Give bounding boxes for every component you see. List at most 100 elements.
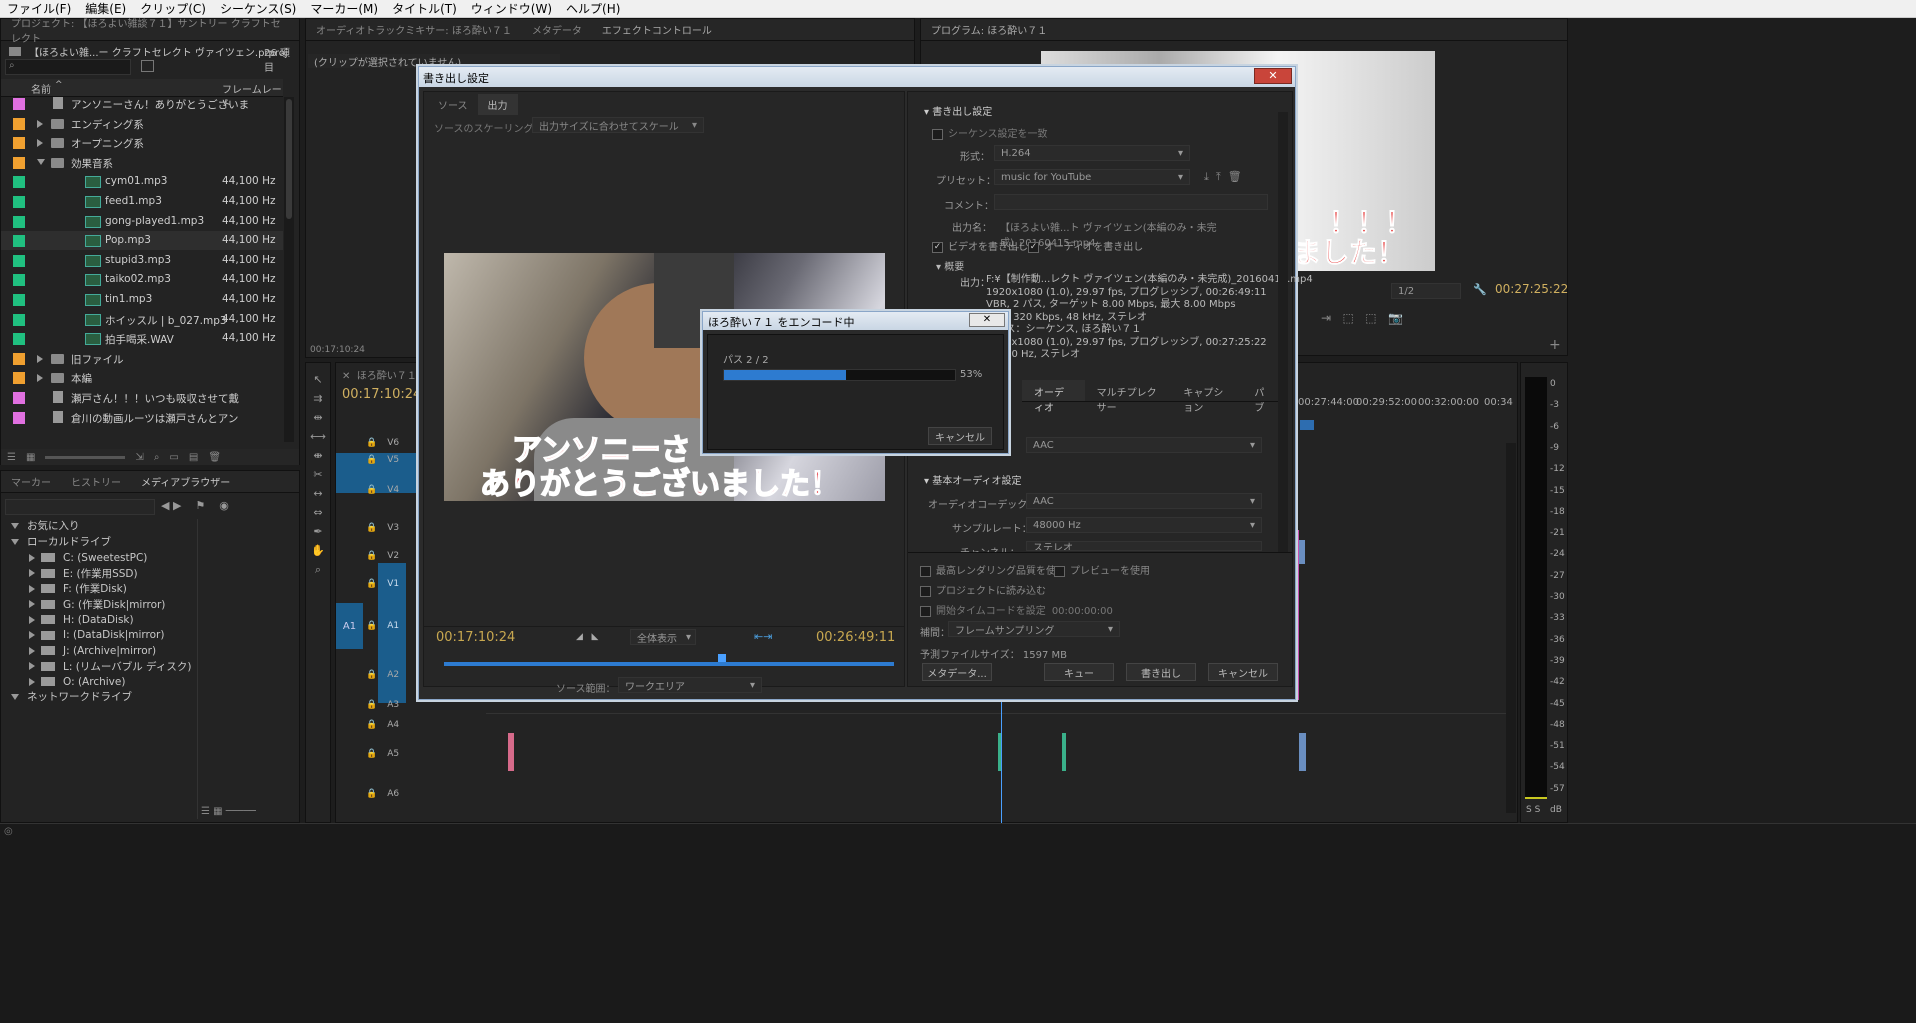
fit-icon[interactable]: ⇤⇥ (754, 630, 772, 643)
preset-select[interactable]: music for YouTube ▾ (994, 169, 1190, 185)
track-name[interactable]: A2 (387, 670, 399, 680)
project-item[interactable]: taiko02.mp3 44,100 Hz (1, 270, 283, 289)
project-item[interactable]: オープニング系 (1, 133, 283, 152)
project-item[interactable]: 瀬戸さん！！！いつも吸収させて戴 (1, 388, 283, 407)
start-timecode-checkbox[interactable]: 開始タイムコードを設定 00:00:00:00 (920, 602, 1113, 617)
new-bin-footer-icon[interactable]: ▭ (169, 452, 178, 463)
project-item[interactable]: Pop.mp3 44,100 Hz (1, 231, 283, 251)
zoom-select[interactable]: 全体表示 ▾ (630, 629, 696, 645)
menu-item-7[interactable]: ヘルプ(H) (559, 0, 627, 17)
lock-icon[interactable]: 🔒 (366, 523, 377, 533)
track-name[interactable]: V3 (387, 523, 399, 533)
project-search-input[interactable]: ⌕ (5, 59, 131, 75)
ripple-edit-icon[interactable]: ⇹ (313, 411, 322, 424)
lock-icon[interactable]: 🔒 (366, 670, 377, 680)
expand-icon[interactable] (29, 553, 35, 562)
automate-icon[interactable]: ⇲ (135, 452, 143, 463)
hand-icon[interactable]: ✋ (311, 544, 325, 557)
expand-icon[interactable] (29, 600, 35, 608)
basic-audio-section[interactable]: ▾ 基本オーディオ設定 (924, 472, 1022, 487)
use-preview-checkbox[interactable]: プレビューを使用 (1054, 562, 1150, 577)
audio-clip-a5-1[interactable] (508, 733, 514, 771)
lock-icon[interactable]: 🔒 (366, 551, 377, 561)
browser-nav-arrows[interactable]: ◀ ▶ ⚑ ◉ (161, 499, 229, 512)
scaling-select[interactable]: 出力サイズに合わせてスケール ▾ (532, 117, 704, 133)
source-tab-1[interactable]: メタデータ (522, 22, 592, 37)
source-tab-0[interactable]: オーディオトラックミキサー: ほろ酔い７１ (306, 22, 522, 37)
audio-clip-a5-3[interactable] (1062, 733, 1066, 771)
project-item[interactable]: gong-played1.mp3 44,100 Hz (1, 212, 283, 231)
icon-view-icon[interactable]: ▦ (26, 452, 35, 463)
format-select[interactable]: H.264 ▾ (994, 145, 1190, 161)
expand-icon[interactable] (29, 569, 35, 577)
track-name[interactable]: V4 (387, 485, 399, 495)
export-close-button[interactable]: ✕ (1254, 68, 1292, 84)
list-view-icon[interactable]: ☰ (7, 452, 16, 463)
menu-item-5[interactable]: タイトル(T) (385, 0, 464, 17)
zoom-slider[interactable] (45, 455, 126, 459)
timeline-tab[interactable]: ✕ ほろ酔い７１ (342, 367, 417, 382)
encoding-close-button[interactable]: ✕ (969, 313, 1005, 327)
browser-tab-1[interactable]: ヒストリー (61, 474, 131, 489)
project-item[interactable]: アンソニーさん！ありがとうございま (1, 94, 283, 113)
channel-select[interactable]: ステレオ (1026, 541, 1262, 551)
metadata-button[interactable]: メタデータ... (922, 663, 992, 681)
playhead-line[interactable] (1001, 693, 1002, 823)
expand-icon[interactable] (37, 354, 43, 363)
source-range-select[interactable]: ワークエリア ▾ (618, 677, 762, 693)
project-tab[interactable]: プロジェクト: 【ほろよい雑談７１】サントリー クラフトセレクト (1, 15, 299, 45)
output-tab-2[interactable]: キャプション (1171, 380, 1242, 414)
project-item[interactable]: feed1.mp3 44,100 Hz (1, 192, 283, 211)
project-item[interactable]: 拍手喝采.WAV 44,100 Hz (1, 329, 283, 348)
source-tab-2[interactable]: エフェクトコントロール (592, 22, 722, 37)
project-item[interactable]: エンディング系 (1, 114, 283, 133)
slide-icon[interactable]: ⇔ (313, 506, 322, 519)
project-item[interactable]: tin1.mp3 44,100 Hz (1, 290, 283, 309)
selection-tool-icon[interactable]: ↖ (313, 373, 322, 386)
codec-top-select[interactable]: AAC ▾ (1026, 437, 1262, 453)
expand-icon[interactable] (29, 662, 35, 670)
pen-icon[interactable]: ✒ (313, 525, 322, 538)
network-drives-node[interactable]: ネットワークドライブ (11, 687, 132, 706)
timeline-scrollbar[interactable] (1506, 443, 1516, 813)
tab-source[interactable]: ソース (428, 94, 478, 115)
mark-in-out-icons[interactable]: ◢ ◣ (576, 632, 598, 642)
expand-icon[interactable] (37, 139, 43, 148)
track-select-icon[interactable]: ⇉ (313, 392, 322, 405)
summary-section[interactable]: ▾ 概要 (936, 258, 964, 273)
track-name[interactable]: A4 (387, 720, 399, 730)
section-export-settings[interactable]: ▾ 書き出し設定 (924, 103, 992, 118)
match-sequence-checkbox[interactable]: シーケンス設定を一致 (932, 125, 1048, 140)
comment-field[interactable] (994, 194, 1268, 210)
project-item[interactable]: cym01.mp3 44,100 Hz (1, 172, 283, 191)
export-audio-checkbox[interactable]: ✓ オーディオを書き出し (1028, 238, 1143, 253)
lock-icon[interactable]: 🔒 (366, 720, 377, 730)
project-item[interactable]: 本編 (1, 368, 283, 387)
lock-icon[interactable]: 🔒 (366, 455, 377, 465)
add-button-icon[interactable]: + (1549, 337, 1561, 353)
cancel-export-button[interactable]: キャンセル (1208, 663, 1278, 681)
find-icon[interactable]: ⌕ (154, 452, 160, 463)
track-name[interactable]: A3 (387, 700, 399, 710)
lock-icon[interactable]: 🔒 (366, 749, 377, 759)
output-tab-3[interactable]: パブ (1242, 380, 1282, 414)
a1-source-patch[interactable]: A1 (336, 603, 363, 649)
browser-path-select[interactable] (5, 499, 155, 515)
lock-icon[interactable]: 🔒 (366, 438, 377, 448)
track-name[interactable]: V2 (387, 551, 399, 561)
track-name[interactable]: V5 (387, 455, 399, 465)
expand-icon[interactable] (29, 677, 35, 686)
browser-view-controls[interactable]: ☰ ▦ ───── (201, 806, 256, 817)
expand-icon[interactable] (37, 374, 43, 383)
slip-icon[interactable]: ↔ (313, 487, 322, 500)
lock-icon[interactable]: 🔒 (366, 700, 377, 710)
interpolation-select[interactable]: フレームサンプリング ▾ (948, 621, 1120, 637)
wrench-icon[interactable]: 🔧 (1473, 283, 1487, 296)
preset-action-icons[interactable]: ⤓ ⤒ 🗑 (1204, 170, 1242, 184)
browser-tab-0[interactable]: マーカー (1, 474, 61, 489)
menu-item-4[interactable]: マーカー(M) (303, 0, 385, 17)
expand-icon[interactable] (37, 158, 45, 165)
track-name[interactable]: A5 (387, 749, 399, 759)
export-button[interactable]: 書き出し (1126, 663, 1196, 681)
rate-stretch-icon[interactable]: ⇼ (313, 449, 322, 462)
